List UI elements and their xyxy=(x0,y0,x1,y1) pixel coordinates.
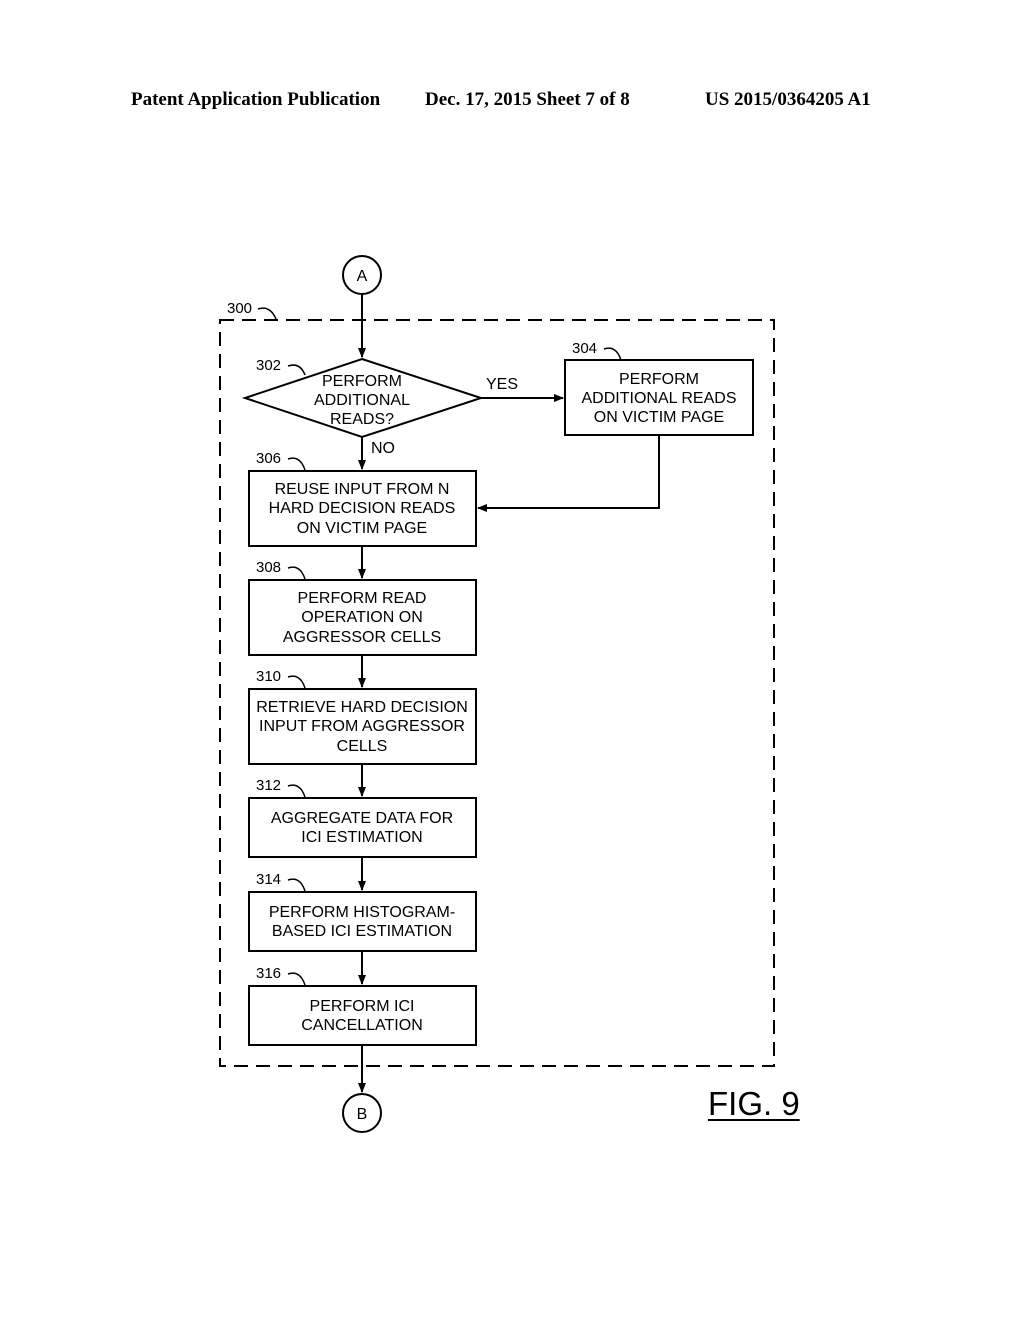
process-306-ref: 306 xyxy=(256,450,281,467)
decision-302-line: ADDITIONAL xyxy=(314,392,410,409)
edge-yes-label: YES xyxy=(486,376,518,393)
decision-302-line: READS? xyxy=(330,411,394,428)
process-314-line: PERFORM HISTOGRAM- xyxy=(269,904,455,921)
process-306-leader xyxy=(287,457,306,471)
process-308-leader xyxy=(287,566,306,580)
process-304-line: PERFORM xyxy=(619,371,699,388)
process-304-line: ON VICTIM PAGE xyxy=(594,409,724,426)
process-304-ref: 304 xyxy=(572,340,597,357)
process-312 xyxy=(248,797,477,858)
process-308-line: OPERATION ON xyxy=(301,609,423,626)
process-316-leader xyxy=(287,972,306,986)
process-316 xyxy=(248,985,477,1046)
process-308-line: AGGRESSOR CELLS xyxy=(283,629,441,646)
process-316-line: PERFORM ICI xyxy=(310,998,415,1015)
figure-label: FIG. 9 xyxy=(708,1085,800,1122)
decision-302-ref: 302 xyxy=(256,357,281,374)
connector-a-label: A xyxy=(357,268,368,285)
decision-302-leader xyxy=(287,364,306,376)
process-306-line: ON VICTIM PAGE xyxy=(297,520,427,537)
process-306-line: REUSE INPUT FROM N xyxy=(275,481,450,498)
process-306-line: HARD DECISION READS xyxy=(269,500,456,517)
process-304-leader xyxy=(603,347,622,361)
edge-no-label: NO xyxy=(371,440,395,457)
process-312-ref: 312 xyxy=(256,777,281,794)
group-300-ref: 300 xyxy=(227,300,252,317)
process-314-leader xyxy=(287,878,306,892)
process-304-line: ADDITIONAL READS xyxy=(582,390,737,407)
process-310-leader xyxy=(287,675,306,689)
edge-304-306 xyxy=(477,435,660,512)
group-300-leader xyxy=(257,307,277,320)
process-314-ref: 314 xyxy=(256,871,281,888)
process-316-ref: 316 xyxy=(256,965,281,982)
process-310-line: CELLS xyxy=(337,738,388,755)
process-312-line: AGGREGATE DATA FOR xyxy=(271,810,453,827)
process-308-line: PERFORM READ xyxy=(298,590,427,607)
process-312-line: ICI ESTIMATION xyxy=(301,829,422,846)
process-310-line: INPUT FROM AGGRESSOR xyxy=(259,718,465,735)
process-310-ref: 310 xyxy=(256,668,281,685)
process-308-ref: 308 xyxy=(256,559,281,576)
connector-b-label: B xyxy=(357,1106,368,1123)
process-314 xyxy=(248,891,477,952)
process-314-line: BASED ICI ESTIMATION xyxy=(272,923,452,940)
process-312-leader xyxy=(287,784,306,798)
process-316-line: CANCELLATION xyxy=(301,1017,423,1034)
process-310-line: RETRIEVE HARD DECISION xyxy=(256,699,468,716)
decision-302-line: PERFORM xyxy=(322,373,402,390)
flowchart: 300 A PERFORM ADDITIONAL READS? 302 YES … xyxy=(219,255,775,1133)
